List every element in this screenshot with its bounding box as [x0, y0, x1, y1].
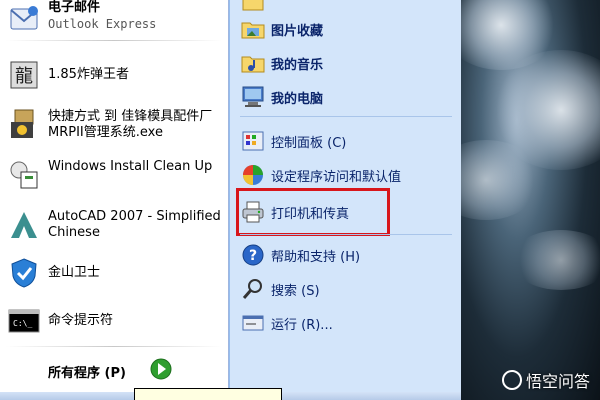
start-item-cmd[interactable]: C:\_ 命令提示符: [0, 296, 228, 346]
pictures-folder-icon: [239, 15, 267, 43]
svg-text:?: ?: [249, 248, 257, 264]
left-separator-bottom: [6, 346, 222, 347]
control-panel-label: 控制面板 (C): [271, 135, 347, 151]
start-item-mrp-shortcut[interactable]: 快捷方式 到 佳锋模具配件厂MRPII管理系统.exe: [0, 100, 228, 150]
run-label: 运行 (R)...: [271, 317, 333, 333]
svg-text:C:\_: C:\_: [13, 319, 32, 328]
start-item-music[interactable]: 我的音乐: [235, 48, 457, 78]
start-item-my-computer[interactable]: 我的电脑: [235, 82, 457, 112]
start-item-pictures[interactable]: 图片收藏: [235, 14, 457, 44]
start-menu-pinned-list: 电子邮件 Outlook Express 龍 1.85炸弹王者 快捷方式 到 佳…: [0, 0, 229, 400]
left-separator: [6, 40, 222, 41]
all-programs-button[interactable]: 所有程序 (P): [0, 352, 228, 392]
search-label: 搜索 (S): [271, 283, 320, 299]
search-icon: [239, 275, 267, 303]
start-item-help-support[interactable]: ? 帮助和支持 (H): [235, 240, 457, 270]
watermark-text: 悟空问答: [525, 372, 590, 391]
autocad-icon: [6, 207, 42, 243]
music-folder-icon: [239, 49, 267, 77]
desktop-wallpaper: [461, 0, 600, 400]
program-access-icon: [239, 161, 267, 189]
screenshot-stage: 电子邮件 Outlook Express 龍 1.85炸弹王者 快捷方式 到 佳…: [0, 0, 600, 400]
start-item-bomb-game[interactable]: 龍 1.85炸弹王者: [0, 50, 228, 100]
outlook-express-icon: [6, 2, 42, 38]
game-icon: 龍: [6, 57, 42, 93]
pictures-label: 图片收藏: [271, 23, 324, 39]
cmd-icon: C:\_: [6, 303, 42, 339]
install-cleanup-label: Windows Install Clean Up: [48, 159, 213, 174]
cmd-label: 命令提示符: [48, 313, 114, 328]
start-item-autocad[interactable]: AutoCAD 2007 - Simplified Chinese: [0, 200, 228, 250]
right-separator: [240, 116, 452, 117]
svg-text:龍: 龍: [15, 66, 33, 87]
tooltip-box: [134, 388, 282, 400]
autocad-label: AutoCAD 2007 - Simplified Chinese: [48, 209, 221, 240]
music-label: 我的音乐: [271, 57, 324, 73]
watermark-logo-icon: [501, 370, 522, 390]
shield-icon: [6, 255, 42, 291]
start-item-kingsoft-guard[interactable]: 金山卫士: [0, 248, 228, 298]
mrp-shortcut-label: 快捷方式 到 佳锋模具配件厂MRPII管理系统.exe: [48, 109, 213, 140]
help-icon: ?: [239, 241, 267, 269]
help-support-label: 帮助和支持 (H): [271, 249, 361, 265]
control-panel-icon: [239, 127, 267, 155]
my-computer-icon: [239, 83, 267, 111]
cleanup-icon: [6, 157, 42, 193]
annotation-highlight-box: [236, 188, 390, 236]
start-item-program-access[interactable]: 设定程序访问和默认值: [235, 160, 457, 190]
watermark: 悟空问答: [501, 368, 590, 392]
start-item-run[interactable]: 运行 (R)...: [235, 308, 457, 338]
email-title: 电子邮件: [48, 0, 101, 15]
start-item-install-cleanup[interactable]: Windows Install Clean Up: [0, 150, 228, 200]
my-computer-label: 我的电脑: [271, 91, 324, 107]
start-item-email[interactable]: 电子邮件 Outlook Express: [0, 0, 228, 38]
right-separator-2: [240, 234, 452, 235]
shortcut-icon: [6, 107, 42, 143]
start-item-control-panel[interactable]: 控制面板 (C): [235, 126, 457, 156]
kingsoft-guard-label: 金山卫士: [48, 265, 101, 280]
email-subtitle: Outlook Express: [48, 17, 157, 31]
program-access-label: 设定程序访问和默认值: [271, 169, 402, 185]
bomb-game-label: 1.85炸弹王者: [48, 67, 129, 82]
all-programs-label: 所有程序 (P): [48, 366, 126, 381]
arrow-right-icon: [150, 358, 172, 380]
start-item-search[interactable]: 搜索 (S): [235, 274, 457, 304]
run-icon: [239, 309, 267, 337]
